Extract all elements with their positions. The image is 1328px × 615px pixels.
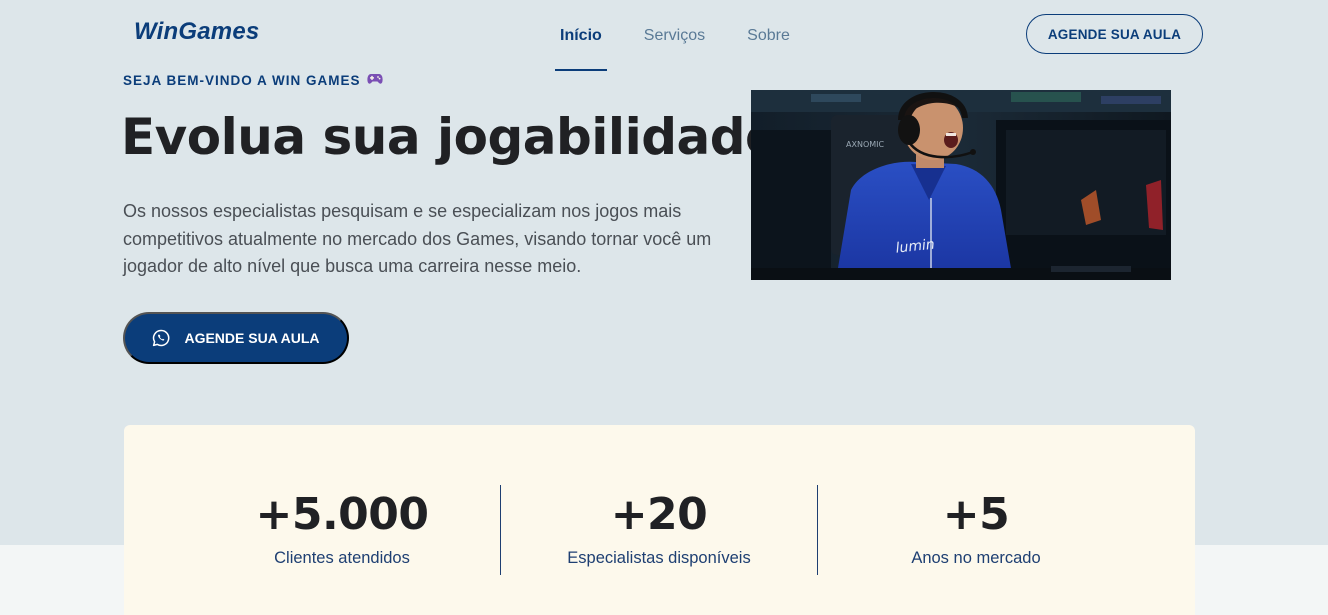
- nav-item-servicos[interactable]: Serviços: [639, 0, 710, 72]
- gamepad-icon: [366, 72, 383, 88]
- header-schedule-button[interactable]: AGENDE SUA AULA: [1026, 14, 1203, 54]
- main-nav: Início Serviços Sobre: [555, 0, 827, 72]
- stat-label: Anos no mercado: [911, 549, 1041, 567]
- hero-schedule-label: AGENDE SUA AULA: [184, 330, 320, 346]
- svg-text:AXNOMIC: AXNOMIC: [846, 140, 884, 149]
- whatsapp-icon: [152, 329, 170, 347]
- stat-value: +5.000: [255, 489, 429, 540]
- stat-label: Especialistas disponíveis: [567, 549, 751, 567]
- hero-title: Evolua sua jogabilidade!: [121, 108, 801, 166]
- stat-specialists: +20 Especialistas disponíveis: [500, 485, 818, 568]
- brand-logo[interactable]: WinGames: [134, 18, 259, 46]
- nav-item-sobre[interactable]: Sobre: [742, 0, 795, 72]
- esports-player-image: AXNOMIC lumin: [751, 90, 1171, 280]
- stat-label: Clientes atendidos: [274, 549, 410, 567]
- stat-years: +5 Anos no mercado: [817, 485, 1135, 568]
- nav-item-inicio[interactable]: Início: [555, 0, 607, 72]
- stats-card: +5.000 Clientes atendidos +20 Especialis…: [124, 425, 1195, 615]
- hero-description: Os nossos especialistas pesquisam e se e…: [123, 201, 712, 276]
- eyebrow-text: SEJA BEM-VINDO A WIN GAMES: [123, 72, 361, 88]
- stat-clients: +5.000 Clientes atendidos: [183, 485, 501, 568]
- welcome-eyebrow: SEJA BEM-VINDO A WIN GAMES: [123, 72, 383, 88]
- stat-value: +20: [610, 489, 708, 540]
- hero-schedule-button[interactable]: AGENDE SUA AULA: [123, 312, 349, 364]
- stat-value: +5: [942, 489, 1010, 540]
